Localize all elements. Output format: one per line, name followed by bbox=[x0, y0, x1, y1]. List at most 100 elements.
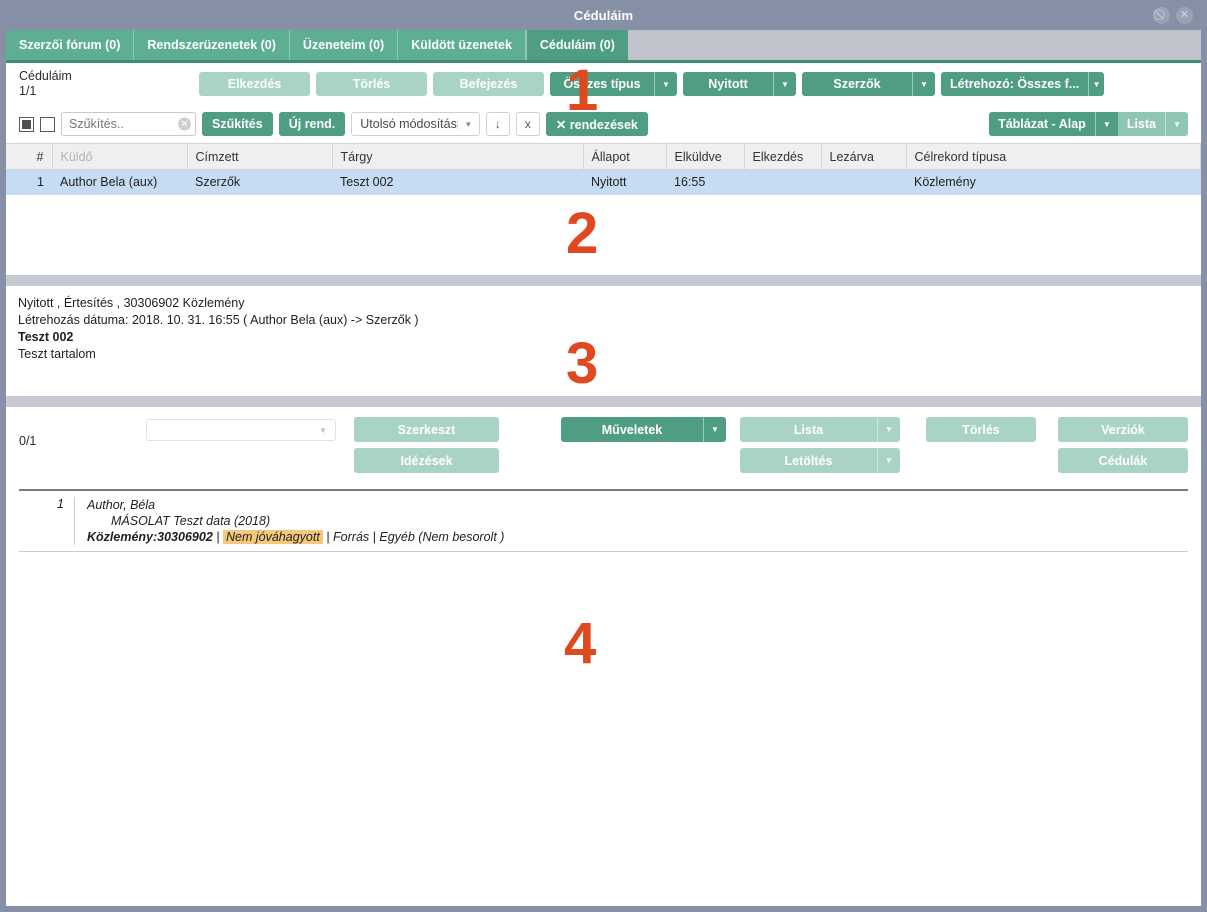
block-icon[interactable]: ⃠ bbox=[1153, 6, 1170, 24]
chevron-down-icon: ▼ bbox=[1094, 112, 1118, 136]
action-d-button-1[interactable]: Törlés bbox=[926, 417, 1036, 442]
cell-8 bbox=[821, 169, 906, 195]
detail-status-line: Nyitott , Értesítés , 30306902 Közlemény bbox=[18, 296, 245, 310]
view-table-button[interactable]: Táblázat - Alap ▼ bbox=[989, 112, 1118, 136]
action-a-button-2[interactable]: Idézések bbox=[354, 448, 499, 473]
cell-2: Author Bela (aux) bbox=[52, 169, 187, 195]
primary-action-buttons: Elkezdés Törlés Befejezés bbox=[199, 72, 544, 96]
record-id: Közlemény:30306902 bbox=[87, 530, 213, 544]
action-b-button-1[interactable]: Műveletek ▼ bbox=[561, 417, 726, 442]
chevron-down-icon: ▼ bbox=[1088, 72, 1104, 96]
cell-9: Közlemény bbox=[906, 169, 1201, 195]
new-sort-button[interactable]: Új rend. bbox=[278, 112, 346, 136]
cell-1: 1 bbox=[6, 169, 52, 195]
action-column-a: Szerkeszt Idézések bbox=[354, 417, 499, 473]
filter-button-1[interactable]: Összes típus ▼ bbox=[550, 72, 677, 96]
sort-direction-button[interactable]: ↓ bbox=[485, 112, 510, 136]
record-list-item[interactable]: 1 Author, Béla MÁSOLAT Teszt data (2018) Kö… bbox=[19, 489, 1188, 552]
list-count: 1/1 bbox=[19, 84, 37, 98]
action-e-button-1[interactable]: Verziók bbox=[1058, 417, 1188, 442]
filter-button-3[interactable]: Szerzők ▼ bbox=[802, 72, 935, 96]
secondary-toolbar: ✕ Szűkítés Új rend. Utolsó módosítás ▼ ↓… bbox=[6, 105, 1201, 143]
window-title: Céduláim bbox=[573, 7, 634, 23]
sep3: | bbox=[372, 530, 376, 544]
chevron-down-icon: ▼ bbox=[877, 448, 900, 473]
horizontal-splitter[interactable] bbox=[6, 275, 1201, 286]
column-header-4[interactable]: Tárgy bbox=[332, 143, 584, 170]
action-a-button-1[interactable]: Szerkeszt bbox=[354, 417, 499, 442]
tab-2[interactable]: Rendszerüzenetek (0) bbox=[134, 30, 290, 60]
record-title: MÁSOLAT Teszt data (2018) bbox=[111, 514, 271, 528]
chevron-down-icon: ▼ bbox=[319, 425, 327, 435]
filter-button-4[interactable]: Létrehozó: Összes f... ▼ bbox=[941, 72, 1104, 96]
record-meta: Közlemény:30306902 | Nem jóváhagyott | F… bbox=[87, 529, 1188, 545]
action-column-b: Műveletek ▼ bbox=[561, 417, 726, 442]
message-table-area: # Küldő Címzett Tárgy Állapot Elküldve Elkezdé… bbox=[6, 143, 1201, 275]
tab-5[interactable]: Céduláim (0) bbox=[525, 30, 628, 60]
message-detail-panel: Nyitott , Értesítés , 30306902 Közlemény… bbox=[6, 286, 1201, 396]
search-field-wrapper: ✕ bbox=[61, 112, 196, 136]
list-title: Céduláim bbox=[19, 69, 72, 83]
tab-4[interactable]: Küldött üzenetek bbox=[398, 30, 526, 60]
column-header-7[interactable]: Elkezdés bbox=[744, 143, 822, 170]
record-selection-count: 0/1 bbox=[19, 434, 37, 448]
chevron-down-icon: ▼ bbox=[654, 72, 677, 96]
filter-button-2[interactable]: Nyitott ▼ bbox=[683, 72, 796, 96]
message-table: # Küldő Címzett Tárgy Állapot Elküldve Elkezdé… bbox=[6, 143, 1201, 195]
table-header-row: # Küldő Címzett Tárgy Állapot Elküldve Elkezdé… bbox=[6, 143, 1201, 170]
remove-sort-button[interactable]: x bbox=[515, 112, 540, 136]
primary-button-3[interactable]: Befejezés bbox=[433, 72, 544, 96]
detail-created-line: Létrehozás dátuma: 2018. 10. 31. 16:55 (… bbox=[18, 313, 419, 327]
column-header-6[interactable]: Elküldve bbox=[666, 143, 745, 170]
cell-3: Szerzők bbox=[187, 169, 332, 195]
select-none-checkbox[interactable] bbox=[40, 116, 55, 132]
action-column-e: Verziók Cédulák bbox=[1058, 417, 1188, 473]
clear-sorts-button[interactable]: ✕ rendezések bbox=[545, 112, 648, 136]
sort-field-value: Utolsó módosítás bbox=[360, 117, 457, 131]
annotation-number-4: 4 bbox=[564, 611, 597, 676]
chevron-down-icon: ▼ bbox=[703, 417, 726, 442]
close-icon[interactable]: ✕ bbox=[1176, 6, 1193, 24]
record-category: Egyéb (Nem besorolt ) bbox=[379, 530, 505, 544]
cell-6: 16:55 bbox=[666, 169, 744, 195]
column-header-1[interactable]: # bbox=[6, 143, 53, 170]
record-action-select[interactable]: ▼ bbox=[146, 419, 336, 441]
tab-1[interactable]: Szerzői fórum (0) bbox=[6, 30, 135, 60]
action-e-button-2[interactable]: Cédulák bbox=[1058, 448, 1188, 473]
action-column-c: Lista ▼ Letöltés ▼ bbox=[740, 417, 900, 473]
record-source: Forrás bbox=[333, 530, 370, 544]
column-header-8[interactable]: Lezárva bbox=[821, 143, 907, 170]
clear-search-icon[interactable]: ✕ bbox=[178, 117, 191, 131]
application-window: Céduláim ⃠ ✕ Szerzői fórum (0)Rendszerüz… bbox=[0, 0, 1207, 912]
chevron-down-icon: ▼ bbox=[1165, 112, 1188, 136]
search-input[interactable] bbox=[61, 112, 196, 136]
sep2: | bbox=[326, 530, 330, 544]
record-body: Author, Béla MÁSOLAT Teszt data (2018) Köz… bbox=[74, 497, 1188, 545]
view-list-button[interactable]: Lista ▼ bbox=[1117, 112, 1188, 136]
select-all-checkbox[interactable] bbox=[19, 116, 34, 132]
action-c-button-1[interactable]: Lista ▼ bbox=[740, 417, 900, 442]
detail-body: Teszt tartalom bbox=[18, 347, 96, 361]
primary-button-2[interactable]: Törlés bbox=[316, 72, 427, 96]
table-row[interactable]: 1 Author Bela (aux) Szerzők Teszt 002 Nyitot… bbox=[6, 169, 1201, 195]
column-header-9[interactable]: Célrekord típusa bbox=[906, 143, 1201, 170]
list-summary: Céduláim 1/1 bbox=[19, 69, 199, 99]
column-header-2[interactable]: Küldő bbox=[52, 143, 188, 170]
window-titlebar: Céduláim ⃠ ✕ bbox=[6, 0, 1201, 30]
record-status-badge: Nem jóváhagyott bbox=[223, 530, 323, 544]
cell-4: Teszt 002 bbox=[332, 169, 583, 195]
record-index: 1 bbox=[57, 497, 64, 511]
apply-filter-button[interactable]: Szűkítés bbox=[202, 112, 273, 136]
column-header-5[interactable]: Állapot bbox=[583, 143, 667, 170]
detail-subject: Teszt 002 bbox=[18, 330, 74, 344]
tab-bar: Szerzői fórum (0) Rendszerüzenetek (0) Üze… bbox=[6, 30, 1201, 63]
horizontal-splitter-2[interactable] bbox=[6, 396, 1201, 407]
chevron-down-icon: ▼ bbox=[456, 119, 479, 129]
primary-button-1[interactable]: Elkezdés bbox=[199, 72, 310, 96]
action-column-d: Törlés bbox=[926, 417, 1036, 442]
tab-3[interactable]: Üzeneteim (0) bbox=[289, 30, 399, 60]
sort-field-select[interactable]: Utolsó módosítás ▼ bbox=[351, 112, 480, 136]
primary-toolbar: Céduláim 1/1 Elkezdés Törlés Befejezés Öss… bbox=[6, 63, 1201, 105]
column-header-3[interactable]: Címzett bbox=[187, 143, 333, 170]
action-c-button-2[interactable]: Letöltés ▼ bbox=[740, 448, 900, 473]
